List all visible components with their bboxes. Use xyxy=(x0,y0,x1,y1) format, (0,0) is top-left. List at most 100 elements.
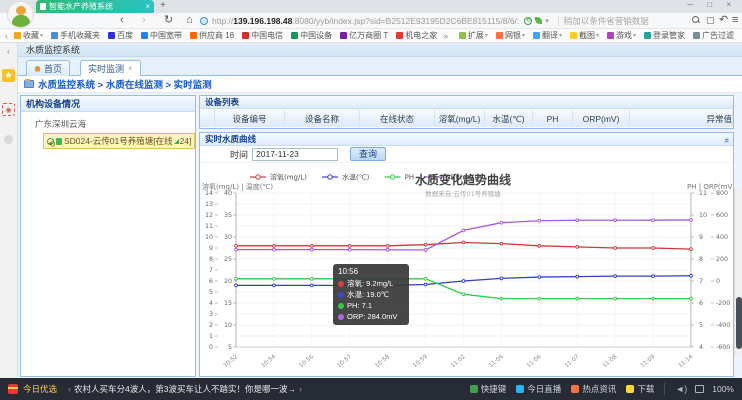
menu-icon[interactable]: ≡ xyxy=(732,14,738,27)
svg-text:11:02: 11:02 xyxy=(450,354,467,370)
tree-node-device[interactable]: ⟲ SD024-云传01号养殖塘[在线 24] xyxy=(43,133,195,149)
promo-label[interactable]: 今日优选 xyxy=(23,383,57,395)
browser-tool[interactable]: 截图▾ xyxy=(570,30,599,41)
bookmark-item[interactable]: 中国电信 xyxy=(242,30,283,41)
chart-tooltip: 10:56 溶氧: 9.2mg/L 水温: 19.0℃ PH: 7.1 ORP:… xyxy=(333,264,409,325)
device-icon xyxy=(56,138,62,145)
scrollbar-thumb[interactable] xyxy=(736,297,742,349)
promo-gift-icon[interactable] xyxy=(8,384,18,394)
time-label: 时间 xyxy=(230,148,248,161)
browser-tab-title: 智能水产养殖系统 xyxy=(49,1,142,12)
app-content: 机构设备情况 广东深圳云海 ⟲ SD024-云传01号养殖塘[在线 24] 设备… xyxy=(20,93,734,377)
vertical-scrollbar[interactable] xyxy=(734,189,742,355)
water-quality-app: 水质监控系统 首页 实时监测 × 水质监控系统 > 水质在线监测 > 实时监测 xyxy=(18,43,742,378)
app-tab-close-icon[interactable]: × xyxy=(128,64,133,73)
browser-tool[interactable]: 网银▾ xyxy=(496,30,525,41)
url-dropdown-icon[interactable]: ▾ xyxy=(545,17,549,25)
browser-tool[interactable]: 翻译▾ xyxy=(533,30,562,41)
marquee-prev-icon[interactable]: ‹ xyxy=(68,384,71,394)
home-tab-icon xyxy=(34,66,41,72)
favicon xyxy=(626,385,634,393)
speaker-icon[interactable]: ◄) xyxy=(675,384,687,394)
url-text[interactable]: http://139.196.198.48:8080/yyb/index.jsp… xyxy=(212,16,519,26)
favicon xyxy=(396,32,403,39)
statusbar-item[interactable]: 热点资讯 xyxy=(571,383,616,395)
tab-close-icon[interactable]: × xyxy=(145,2,150,11)
svg-text:10:52: 10:52 xyxy=(223,354,240,370)
browser-tool[interactable]: 广告过滤 xyxy=(693,30,734,41)
svg-text:5: 5 xyxy=(699,322,703,329)
bookmark-item[interactable]: 机电之家 xyxy=(396,30,437,41)
weibo-icon[interactable]: ◉ xyxy=(2,103,15,116)
svg-text:数据来自:云传01号养殖塘: 数据来自:云传01号养殖塘 xyxy=(425,189,501,198)
url-refresh-icon[interactable]: ⟲ xyxy=(524,17,532,25)
url-suggestion[interactable]: 稍加以条件省营销数据 xyxy=(564,15,649,27)
url-bar[interactable]: http://139.196.198.48:8080/yyb/index.jsp… xyxy=(200,14,608,27)
window-controls[interactable]: ─ □ × xyxy=(687,0,737,9)
bookmark-item[interactable]: 百度 xyxy=(108,30,133,41)
bookmarks-collapse-icon[interactable]: ‹ xyxy=(5,31,8,41)
breadcrumb-row: 水质监控系统 > 水质在线监测 > 实时监测 xyxy=(18,76,742,93)
svg-text:10:58: 10:58 xyxy=(374,354,391,370)
tooltip-row: 溶氧: 9.2mg/L xyxy=(338,278,404,289)
svg-text:5: 5 xyxy=(228,344,232,351)
safe-site-icon xyxy=(535,17,542,24)
refresh-icon[interactable]: ↻ xyxy=(164,14,173,27)
tree-node-org[interactable]: 广东深圳云海 xyxy=(35,118,195,130)
back-icon[interactable]: ‹ xyxy=(120,14,124,27)
browser-side-rail: ‹ ★ ◉ xyxy=(0,43,18,378)
svg-text:35: 35 xyxy=(224,212,232,219)
svg-text:8: 8 xyxy=(699,256,703,263)
bookmark-item[interactable]: 中国设备 xyxy=(291,30,332,41)
screenshot-icon[interactable]: ▢ xyxy=(706,14,715,27)
bookmark-item[interactable]: 亿万商圈 T xyxy=(340,30,388,41)
svg-text:400: 400 xyxy=(716,234,728,241)
new-tab-button[interactable]: + xyxy=(160,0,166,11)
favicon xyxy=(693,32,700,39)
avatar-body xyxy=(12,15,30,27)
browser-tab[interactable]: 智能水产养殖系统 × xyxy=(36,0,154,13)
svg-text:9: 9 xyxy=(699,234,703,241)
svg-text:PH: PH xyxy=(405,174,415,182)
favicon xyxy=(470,385,478,393)
statusbar-item[interactable]: 今日直播 xyxy=(516,383,561,395)
device-list-panel: 设备列表 设备编号设备名称在线状态溶氧(mg/L)水温(℃)PHORP(mV)异… xyxy=(199,95,734,129)
main-panel: 设备列表 设备编号设备名称在线状态溶氧(mg/L)水温(℃)PHORP(mV)异… xyxy=(199,95,734,377)
bookmark-item[interactable]: 手机收藏夹 xyxy=(51,30,100,41)
statusbar-item[interactable]: 下载 xyxy=(626,383,654,395)
app-tab-realtime[interactable]: 实时监测 × xyxy=(80,60,141,76)
news-marquee[interactable]: 农村人买车分4波人，第3波买车让人不踏实！你是哪一波→ xyxy=(74,383,296,395)
svg-text:11: 11 xyxy=(699,190,707,197)
snapshot-icon[interactable] xyxy=(695,385,704,393)
svg-text:11:14: 11:14 xyxy=(678,354,695,370)
browser-tool[interactable]: 登录管家 xyxy=(644,30,685,41)
favorites-star-icon[interactable]: ★ xyxy=(2,69,15,82)
bookmark-item[interactable]: 供应商 18 xyxy=(190,30,234,41)
time-input[interactable] xyxy=(252,148,338,161)
app-tab-home[interactable]: 首页 xyxy=(26,60,70,76)
query-button[interactable]: 查询 xyxy=(350,147,386,161)
statusbar-item[interactable]: 快捷键 xyxy=(470,383,507,395)
history-icon[interactable]: ↶ xyxy=(719,14,728,27)
browser-tool[interactable]: 扩展▾ xyxy=(459,30,488,41)
home-icon[interactable]: ⌂ xyxy=(186,14,193,27)
rail-collapse-icon[interactable]: ‹ xyxy=(2,45,15,58)
browser-tab-strip: 智能水产养殖系统 × + ─ □ × xyxy=(0,0,742,13)
device-table-column: 水温(℃) xyxy=(485,110,533,127)
marquee-next-icon[interactable]: › xyxy=(299,384,302,394)
forward-icon[interactable]: › xyxy=(142,14,146,27)
bookmark-item[interactable]: 收藏▾ xyxy=(14,30,43,41)
device-table-column: 溶氧(mg/L) xyxy=(435,110,485,127)
bookmark-item[interactable]: 中国宽带 xyxy=(141,30,182,41)
svg-text:5: 5 xyxy=(209,289,213,296)
browser-status-bar: 今日优选 ‹ 农村人买车分4波人，第3波买车让人不踏实！你是哪一波→ › 快捷键… xyxy=(0,378,742,400)
user-avatar[interactable] xyxy=(7,1,34,28)
rail-dot-icon[interactable] xyxy=(4,135,13,144)
panel-collapse-icon[interactable]: » xyxy=(720,138,733,143)
browser-tool[interactable]: 游戏▾ xyxy=(607,30,636,41)
browser-navbar: ‹ › ↻ ⌂ http://139.196.198.48:8080/yyb/i… xyxy=(0,13,742,29)
browser-tool-items: 扩展▾ 网银▾ 翻译▾ 截图▾ 游戏▾ 登录管家广告过滤 xyxy=(455,30,742,41)
svg-text:9: 9 xyxy=(209,245,213,252)
zoom-level[interactable]: 100% xyxy=(712,384,734,394)
bookmarks-more-icon[interactable]: » xyxy=(443,31,448,41)
